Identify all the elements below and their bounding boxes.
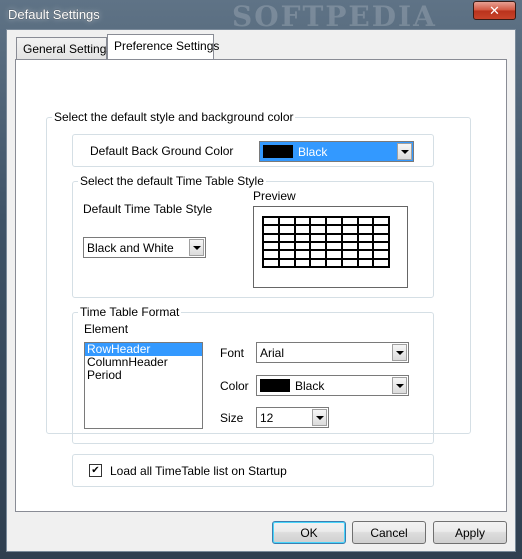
chevron-down-icon[interactable] bbox=[392, 377, 407, 394]
element-listbox[interactable]: RowHeader ColumnHeader Period bbox=[84, 342, 203, 429]
title-bar[interactable]: Default Settings SOFTPEDIA ✕ bbox=[0, 0, 522, 33]
list-item-period[interactable]: Period bbox=[85, 369, 202, 382]
tab-label: General Settings bbox=[23, 42, 113, 56]
tab-general-settings[interactable]: General Settings bbox=[16, 37, 112, 59]
chevron-down-icon[interactable] bbox=[392, 344, 407, 361]
apply-button[interactable]: Apply bbox=[433, 521, 507, 544]
size-label: Size bbox=[220, 411, 244, 425]
startup-checkbox[interactable]: ✔ bbox=[89, 464, 102, 477]
style-group: Select the default style and background … bbox=[46, 110, 471, 444]
tab-label: Preference Settings bbox=[114, 39, 220, 53]
back-ground-color-swatch bbox=[263, 145, 293, 158]
preference-settings-panel: Select the default style and background … bbox=[15, 59, 507, 512]
window-title: Default Settings bbox=[8, 7, 100, 22]
back-ground-color-value: Black bbox=[298, 145, 328, 159]
font-value: Arial bbox=[260, 346, 285, 360]
timetable-format-group-title: Time Table Format bbox=[78, 305, 182, 319]
back-ground-color-select[interactable]: Black bbox=[259, 141, 414, 162]
style-group-title: Select the default style and background … bbox=[52, 110, 296, 124]
font-select[interactable]: Arial bbox=[256, 342, 409, 363]
preview-label: Preview bbox=[253, 189, 296, 203]
checkmark-icon: ✔ bbox=[91, 464, 100, 476]
preview-timetable-grid bbox=[262, 216, 390, 268]
font-label: Font bbox=[220, 346, 245, 360]
color-select[interactable]: Black bbox=[256, 375, 409, 396]
timetable-format-group: Time Table Format Element RowHeader Colu… bbox=[72, 305, 434, 444]
startup-group: ✔ Load all TimeTable list on Startup bbox=[72, 454, 434, 487]
timetable-style-group-title: Select the default Time Table Style bbox=[78, 174, 266, 188]
tab-preference-settings[interactable]: Preference Settings bbox=[107, 34, 219, 59]
back-ground-color-label: Default Back Ground Color bbox=[90, 144, 234, 158]
color-label: Color bbox=[220, 379, 249, 393]
dialog-window: Default Settings SOFTPEDIA ✕ General Set… bbox=[0, 0, 522, 559]
timetable-style-group: Select the default Time Table Style Defa… bbox=[72, 174, 434, 298]
back-ground-color-group: Default Back Ground Color Black bbox=[72, 134, 434, 167]
size-value: 12 bbox=[260, 411, 274, 425]
ok-button-label: OK bbox=[300, 525, 318, 540]
timetable-preview bbox=[253, 206, 408, 288]
color-value: Black bbox=[295, 379, 325, 393]
startup-label: Load all TimeTable list on Startup bbox=[110, 464, 287, 478]
chevron-down-icon[interactable] bbox=[397, 143, 412, 160]
cancel-button-label: Cancel bbox=[370, 525, 408, 540]
close-button[interactable]: ✕ bbox=[473, 1, 516, 20]
apply-button-label: Apply bbox=[454, 525, 486, 540]
timetable-style-select[interactable]: Black and White bbox=[83, 237, 206, 258]
chevron-down-icon[interactable] bbox=[312, 409, 327, 426]
ok-button[interactable]: OK bbox=[272, 521, 346, 544]
chevron-down-icon[interactable] bbox=[189, 239, 204, 256]
color-swatch bbox=[260, 379, 290, 392]
dialog-client-area: General Settings Preference Settings Sel… bbox=[6, 29, 516, 552]
size-select[interactable]: 12 bbox=[256, 407, 329, 428]
timetable-style-label: Default Time Table Style bbox=[83, 202, 213, 216]
timetable-style-value: Black and White bbox=[87, 241, 174, 255]
close-icon: ✕ bbox=[489, 2, 500, 18]
cancel-button[interactable]: Cancel bbox=[352, 521, 426, 544]
element-label: Element bbox=[84, 322, 129, 336]
